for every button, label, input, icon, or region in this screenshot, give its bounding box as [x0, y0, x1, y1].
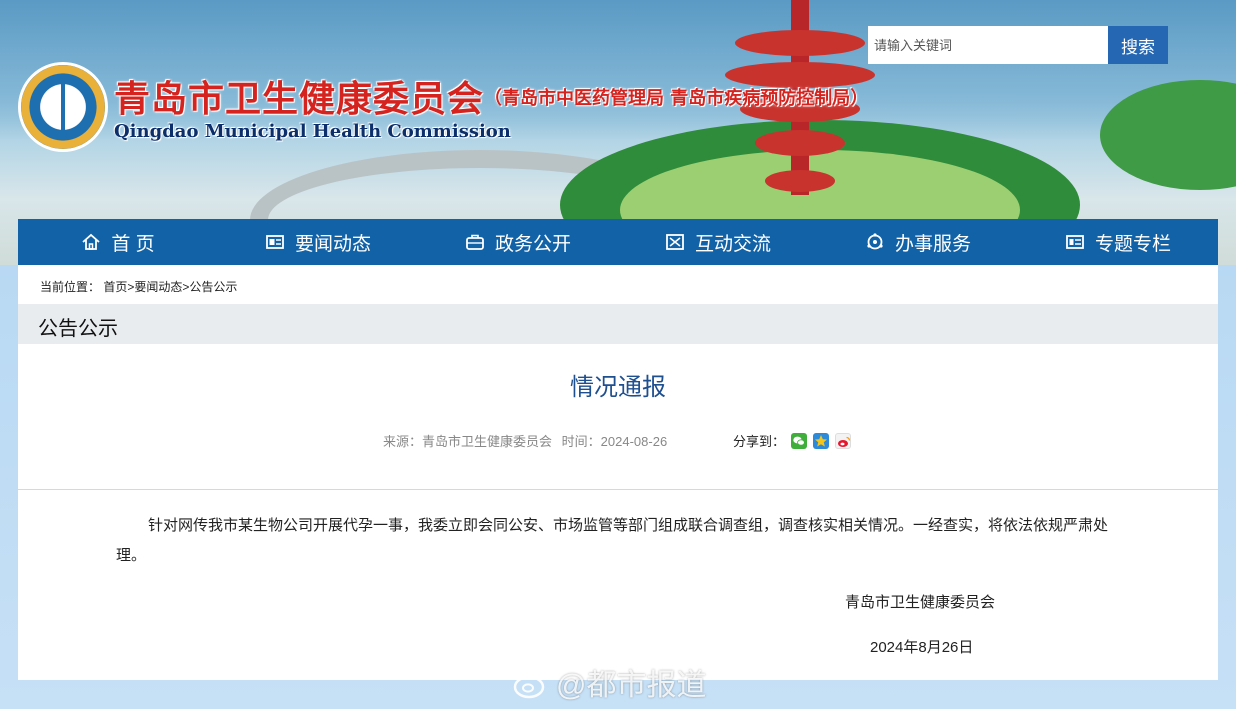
weibo-logo-icon: [512, 665, 552, 699]
qzone-icon[interactable]: [813, 432, 830, 449]
signature-date: 2024年8月26日: [870, 639, 974, 656]
nav-label: 首 页: [111, 233, 155, 255]
breadcrumb-prefix: 当前位置：: [40, 280, 101, 294]
time-label: 时间：: [561, 434, 601, 449]
article-meta: 来源：青岛市卫生健康委员会 时间：2024-08-26: [383, 431, 667, 450]
watermark-text: @都市报道: [556, 669, 707, 702]
briefcase-icon: [465, 232, 485, 252]
share-label: 分享到：: [733, 434, 786, 449]
section-title: 公告公示: [38, 318, 118, 340]
nav-label: 要闻动态: [294, 233, 371, 255]
breadcrumb-news[interactable]: 要闻动态: [134, 280, 182, 294]
site-title-english: Qingdao Municipal Health Commission: [114, 121, 511, 142]
weibo-icon[interactable]: [835, 432, 852, 449]
source-label: 来源：: [383, 434, 423, 449]
article-title: 情况通报: [570, 374, 666, 401]
site-subtitle: （青岛市中医药管理局 青岛市疾病预防控制局）: [484, 88, 869, 109]
breadcrumb-announcements[interactable]: 公告公示: [189, 280, 237, 294]
search-button[interactable]: 搜索: [1108, 26, 1168, 64]
nav-item-service[interactable]: 办事服务: [818, 219, 1018, 265]
nav-label: 政务公开: [494, 233, 571, 255]
article-source: 青岛市卫生健康委员会: [422, 434, 553, 449]
search-input[interactable]: [868, 26, 1108, 64]
article-body: 针对网传我市某生物公司开展代孕一事，我委立即会同公安、市场监管等部门组成联合调查…: [116, 517, 1109, 564]
nav-item-interaction[interactable]: 互动交流: [618, 219, 818, 265]
nav-item-topics[interactable]: 专题专栏: [1018, 219, 1218, 265]
nav-label: 专题专栏: [1094, 233, 1171, 255]
watermark: @都市报道: [512, 660, 706, 704]
divider: [18, 489, 1218, 490]
nav-item-home[interactable]: 首 页: [18, 219, 218, 265]
site-title[interactable]: 青岛市卫生健康委员会: [114, 70, 484, 122]
exchange-icon: [665, 232, 685, 252]
breadcrumb-home[interactable]: 首页: [103, 280, 127, 294]
nav-label: 互动交流: [694, 233, 771, 255]
home-icon: [81, 232, 101, 252]
breadcrumb: 当前位置： 首页>要闻动态>公告公示: [40, 278, 237, 295]
section-header: 公告公示: [18, 304, 1218, 344]
nav-item-news[interactable]: 要闻动态: [218, 219, 418, 265]
nav-label: 办事服务: [894, 233, 971, 255]
wechat-icon[interactable]: [791, 432, 808, 449]
main-nav: 首 页 要闻动态 政务公开 互动交流 办事服务 专题专栏: [18, 219, 1218, 265]
nav-item-government[interactable]: 政务公开: [418, 219, 618, 265]
topic-icon: [1065, 232, 1085, 252]
service-icon: [865, 232, 885, 252]
share-bar: 分享到：: [733, 431, 852, 450]
signature-organization: 青岛市卫生健康委员会: [845, 594, 996, 611]
news-icon: [265, 232, 285, 252]
content-card: 当前位置： 首页>要闻动态>公告公示 公告公示 情况通报 来源：青岛市卫生健康委…: [18, 265, 1218, 680]
article-date: 2024-08-26: [600, 434, 668, 449]
commission-logo[interactable]: [18, 62, 108, 152]
